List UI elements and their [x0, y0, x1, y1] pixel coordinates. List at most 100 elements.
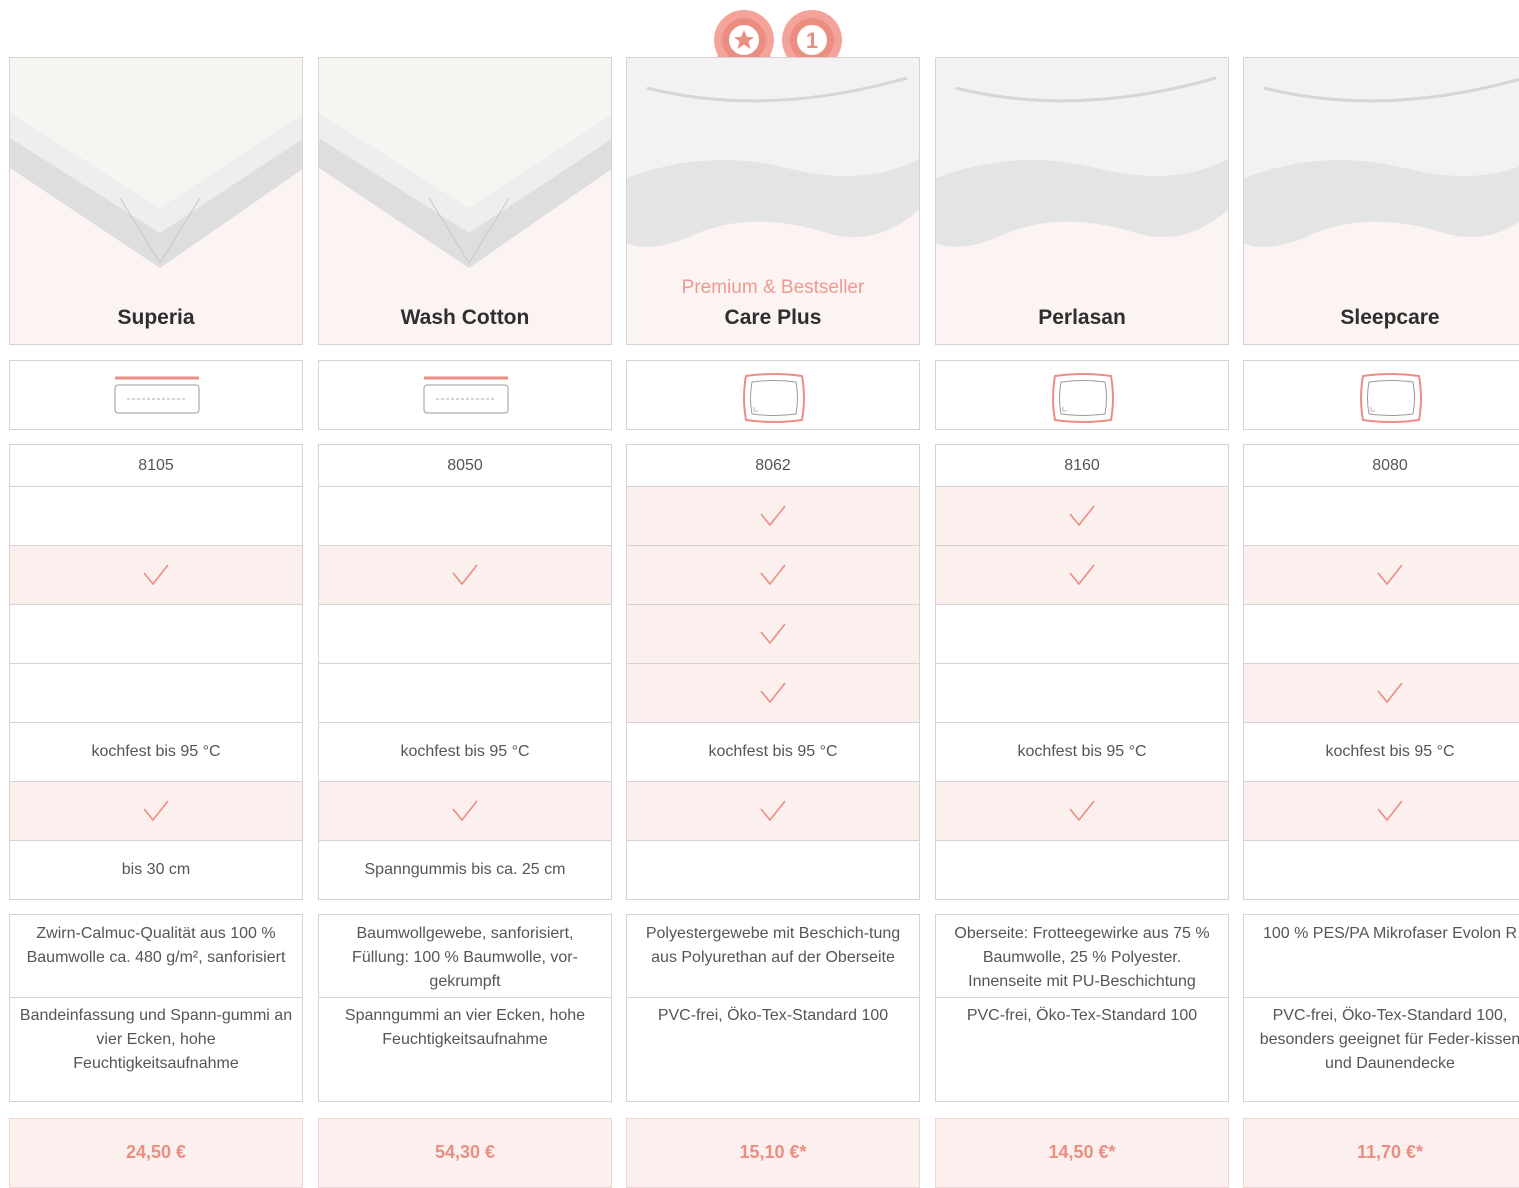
check-icon — [1377, 800, 1403, 822]
material-text: Polyestergewebe mit Beschich-tung aus Po… — [645, 925, 901, 966]
article-number: 8080 — [1243, 444, 1519, 487]
product-image-card[interactable]: Sleepcare — [1243, 57, 1519, 345]
product-symbol-cell — [626, 360, 920, 430]
feature-row-6 — [1243, 782, 1519, 841]
divider — [1244, 997, 1519, 998]
check-icon — [760, 564, 786, 586]
feature-row-2 — [935, 546, 1229, 605]
product-image-card[interactable]: Superia — [9, 57, 303, 345]
feature-row-2 — [626, 546, 920, 605]
fit-info: bis 30 cm — [9, 841, 303, 900]
pillow-cover-icon — [1360, 373, 1422, 423]
product-name[interactable]: Sleepcare — [1244, 306, 1519, 330]
material-cell: 100 % PES/PA Mikrofaser Evolon R PVC-fre… — [1243, 914, 1519, 1102]
features-text: PVC-frei, Öko-Tex-Standard 100 — [657, 1007, 889, 1024]
material-cell: Zwirn-Calmuc-Qualität aus 100 % Baumwoll… — [9, 914, 303, 1102]
feature-row-1 — [626, 487, 920, 546]
product-photo[interactable] — [1244, 58, 1519, 288]
article-number: 8160 — [935, 444, 1229, 487]
check-icon — [1377, 564, 1403, 586]
article-number: 8105 — [9, 444, 303, 487]
feature-row-4 — [9, 664, 303, 723]
feature-row-3 — [626, 605, 920, 664]
feature-row-4 — [318, 664, 612, 723]
check-icon — [760, 800, 786, 822]
washing-info: kochfest bis 95 °C — [9, 723, 303, 782]
product-name[interactable]: Perlasan — [936, 306, 1228, 330]
feature-row-3 — [1243, 605, 1519, 664]
feature-row-2 — [1243, 546, 1519, 605]
material-text: Baumwollgewebe, sanforisiert, Füllung: 1… — [352, 925, 578, 990]
price-cell[interactable]: 14,50 €* — [935, 1118, 1229, 1188]
check-icon — [143, 800, 169, 822]
product-column-superia: Superia 8105 kochfest bis 95 °C bis 30 cm … — [9, 57, 303, 1188]
product-name[interactable]: Care Plus — [627, 306, 919, 330]
feature-row-1 — [9, 487, 303, 546]
mattress-topper-icon — [423, 376, 509, 414]
divider — [10, 997, 302, 998]
product-subtitle: Premium & Bestseller — [681, 277, 865, 298]
product-photo[interactable] — [10, 58, 303, 288]
feature-row-3 — [9, 605, 303, 664]
feature-rows: 8105 kochfest bis 95 °C bis 30 cm — [9, 444, 303, 900]
feature-row-2 — [9, 546, 303, 605]
material-text: Oberseite: Frotteegewirke aus 75 % Baumw… — [954, 925, 1210, 990]
feature-row-4 — [1243, 664, 1519, 723]
check-icon — [452, 800, 478, 822]
divider — [627, 997, 919, 998]
washing-info: kochfest bis 95 °C — [1243, 723, 1519, 782]
product-symbol-cell — [318, 360, 612, 430]
check-icon — [760, 623, 786, 645]
price-cell[interactable]: 11,70 €* — [1243, 1118, 1519, 1188]
product-symbol-cell — [1243, 360, 1519, 430]
product-photo[interactable] — [319, 58, 612, 288]
check-icon — [1069, 800, 1095, 822]
feature-row-1 — [935, 487, 1229, 546]
divider — [936, 997, 1228, 998]
feature-row-4 — [935, 664, 1229, 723]
fit-info: Spanngummis bis ca. 25 cm — [318, 841, 612, 900]
feature-rows: 8062 kochfest bis 95 °C — [626, 444, 920, 900]
fit-info — [626, 841, 920, 900]
product-image-card[interactable]: Premium & Bestseller Care Plus — [626, 57, 920, 345]
fit-info — [1243, 841, 1519, 900]
product-image-card[interactable]: Wash Cotton — [318, 57, 612, 345]
divider — [319, 997, 611, 998]
product-column-perlasan: Perlasan 8160 kochfest bis 95 °C Oberseit… — [935, 57, 1229, 1188]
feature-row-6 — [318, 782, 612, 841]
product-column-care-plus: Premium & Bestseller Care Plus 8062 kochf… — [626, 57, 920, 1188]
product-name[interactable]: Superia — [10, 306, 302, 330]
product-photo[interactable] — [936, 58, 1229, 288]
product-symbol-cell — [935, 360, 1229, 430]
pillow-cover-icon — [1052, 373, 1114, 423]
check-icon — [452, 564, 478, 586]
check-icon — [760, 505, 786, 527]
material-cell: Polyestergewebe mit Beschich-tung aus Po… — [626, 914, 920, 1102]
features-text: PVC-frei, Öko-Tex-Standard 100 — [966, 1007, 1198, 1024]
washing-info: kochfest bis 95 °C — [935, 723, 1229, 782]
mattress-topper-icon — [114, 376, 200, 414]
features-text: PVC-frei, Öko-Tex-Standard 100, besonder… — [1259, 1007, 1519, 1072]
feature-rows: 8080 kochfest bis 95 °C — [1243, 444, 1519, 900]
feature-row-1 — [1243, 487, 1519, 546]
features-text: Bandeinfassung und Spann-gummi an vier E… — [19, 1007, 293, 1072]
material-text: 100 % PES/PA Mikrofaser Evolon R — [1262, 925, 1518, 942]
product-name[interactable]: Wash Cotton — [319, 306, 611, 330]
feature-row-1 — [318, 487, 612, 546]
price-cell[interactable]: 54,30 € — [318, 1118, 612, 1188]
feature-row-4 — [626, 664, 920, 723]
feature-row-6 — [935, 782, 1229, 841]
price-cell[interactable]: 24,50 € — [9, 1118, 303, 1188]
svg-text:1: 1 — [806, 28, 818, 53]
check-icon — [760, 682, 786, 704]
feature-rows: 8050 kochfest bis 95 °C Spanngummis bis ca… — [318, 444, 612, 900]
feature-row-6 — [9, 782, 303, 841]
washing-info: kochfest bis 95 °C — [626, 723, 920, 782]
feature-row-6 — [626, 782, 920, 841]
product-photo[interactable] — [627, 58, 920, 288]
product-column-sleepcare: Sleepcare 8080 kochfest bis 95 °C 100 % P… — [1243, 57, 1519, 1188]
product-image-card[interactable]: Perlasan — [935, 57, 1229, 345]
check-icon — [143, 564, 169, 586]
price-cell[interactable]: 15,10 €* — [626, 1118, 920, 1188]
material-text: Zwirn-Calmuc-Qualität aus 100 % Baumwoll… — [26, 925, 286, 966]
